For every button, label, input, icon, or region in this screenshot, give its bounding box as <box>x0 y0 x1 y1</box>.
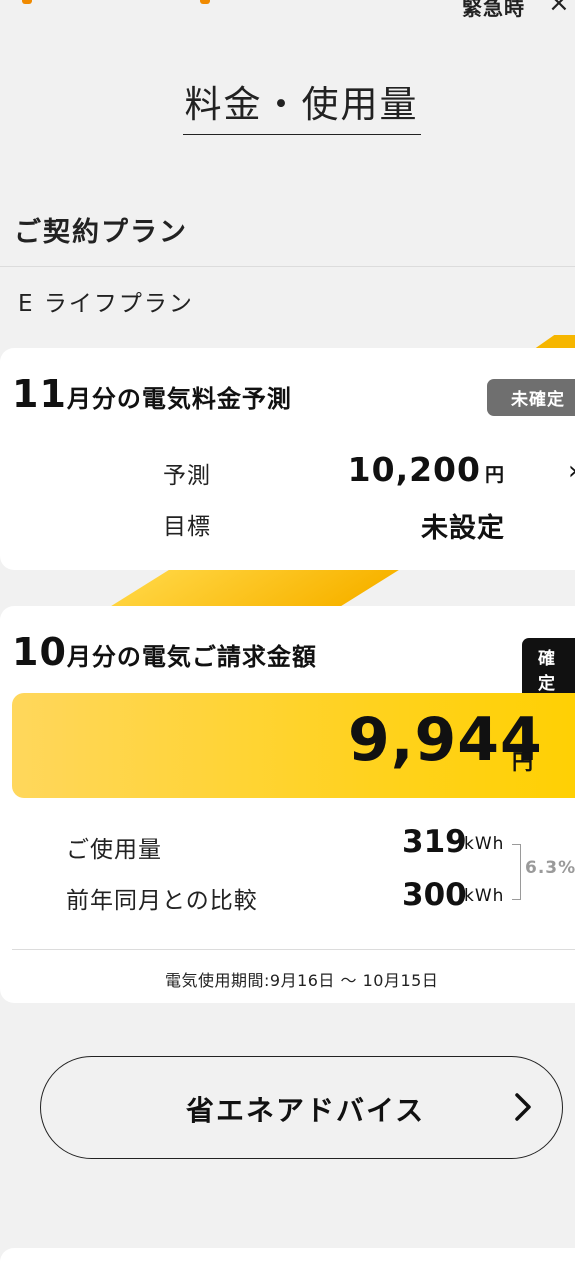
target-label: 目標 <box>163 514 211 540</box>
forecast-amount: 10,200 円 <box>348 450 505 489</box>
status-badge-confirmed: 確定 <box>522 638 575 700</box>
target-value: 未設定 <box>421 513 505 544</box>
page: 緊急時 × 料金・使用量 ご契約プラン E ライフプラン 11月分の電気料金予測… <box>0 0 575 1278</box>
comparison-bracket <box>512 844 521 900</box>
forecast-label: 予測 <box>163 463 211 489</box>
compare-value: 300 <box>402 877 467 913</box>
plan-heading: ご契約プラン <box>14 217 188 248</box>
decorative-stripe <box>107 568 403 608</box>
bill-card: 10月分の電気ご請求金額 確定 9,944 円 ご使用量 319 kWh 前年同… <box>0 606 575 1003</box>
usage-unit: kWh <box>464 834 505 854</box>
usage-label: ご使用量 <box>66 837 162 863</box>
bill-month: 10 <box>12 630 67 674</box>
bill-amount-box: 9,944 円 <box>12 693 575 798</box>
page-title-wrap: 料金・使用量 <box>0 74 575 135</box>
logo-mark <box>200 0 210 4</box>
forecast-month: 11 <box>12 372 67 416</box>
status-badge-unconfirmed: 未確定 <box>487 379 575 416</box>
compare-label: 前年同月との比較 <box>66 888 258 914</box>
brand-logo[interactable] <box>18 0 218 10</box>
bill-title-text: 月分の電気ご請求金額 <box>66 643 317 671</box>
advice-button-label: 省エネアドバイス <box>186 1094 426 1127</box>
forecast-title-text: 月分の電気料金予測 <box>66 385 292 413</box>
comparison-ratio: 6.3% <box>525 858 575 878</box>
next-card <box>0 1248 575 1278</box>
plan-name: E ライフプラン <box>18 291 194 317</box>
close-icon[interactable]: × <box>548 0 570 18</box>
divider <box>0 266 575 267</box>
usage-value: 319 <box>402 824 467 860</box>
bill-card-title: 10月分の電気ご請求金額 <box>12 630 317 674</box>
usage-period: 電気使用期間:9月16日 〜 10月15日 <box>165 971 439 990</box>
forecast-amount-number: 10,200 <box>347 450 481 489</box>
forecast-amount-unit: 円 <box>484 464 505 486</box>
compare-unit: kWh <box>464 886 505 906</box>
forecast-card-title: 11月分の電気料金予測 <box>12 372 292 416</box>
logo-mark <box>22 0 32 4</box>
chevron-right-icon[interactable]: › <box>568 456 575 486</box>
energy-saving-advice-button[interactable]: 省エネアドバイス <box>40 1056 563 1159</box>
forecast-card[interactable]: 11月分の電気料金予測 未確定 予測 10,200円 › 目標 未設定 <box>0 348 575 570</box>
page-title: 料金・使用量 <box>182 74 421 135</box>
chevron-right-icon <box>515 1093 531 1121</box>
emergency-link[interactable]: 緊急時 <box>462 0 525 21</box>
divider <box>12 949 575 950</box>
bill-amount-unit: 円 <box>512 750 533 774</box>
